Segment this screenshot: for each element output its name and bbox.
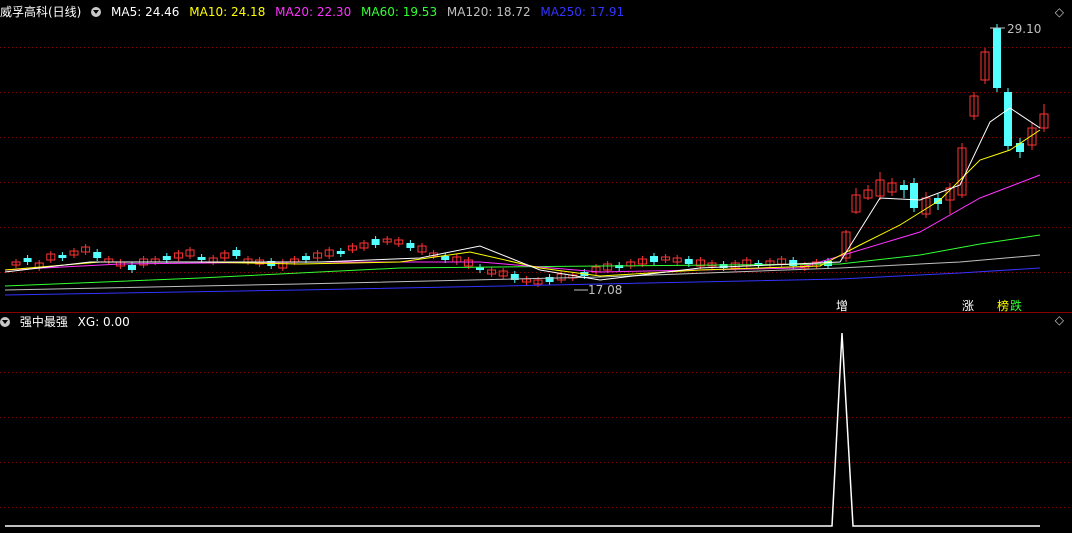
- candle-body-down: [23, 258, 32, 262]
- chevron-down-icon[interactable]: ◇: [1055, 313, 1064, 327]
- chevron-down-icon[interactable]: [0, 317, 10, 327]
- ma10-line: [4, 129, 1041, 277]
- panel-divider: [0, 312, 1072, 313]
- chevron-down-icon[interactable]: [91, 7, 102, 17]
- ma5-line: [4, 107, 1041, 281]
- candle-body-down: [1004, 92, 1012, 146]
- ma250-label: MA250: 17.91: [540, 5, 625, 19]
- candle-body-down: [197, 257, 206, 260]
- stock-title: 威孚高科(日线): [0, 5, 82, 19]
- xg-line: [5, 332, 1040, 527]
- candlestick-series: [11, 24, 1049, 287]
- low-price-label: 17.08: [588, 283, 622, 297]
- high-price-label: 29.10: [1007, 22, 1041, 36]
- signal-rise: 涨: [962, 299, 975, 313]
- candle-body-down: [93, 252, 102, 258]
- moving-average-lines: [4, 27, 1041, 296]
- candle-body-down: [441, 256, 450, 260]
- candle-body-down: [684, 259, 693, 264]
- indicator-value: XG: 0.00: [77, 315, 130, 329]
- chart-canvas: 29.10 17.08: [0, 22, 1072, 527]
- candle-body-down: [162, 256, 171, 260]
- signal-list: 榜: [997, 299, 1010, 313]
- ma120-label: MA120: 18.72: [446, 5, 531, 19]
- signal-increase: 增: [836, 299, 849, 313]
- grid-lines: [0, 47, 1072, 508]
- main-header: 威孚高科(日线) MA5: 24.46 MA10: 24.18 MA20: 22…: [0, 3, 630, 21]
- indicator-title: 强中最强: [19, 315, 68, 329]
- candle-body-down: [789, 260, 798, 266]
- chevron-up-icon[interactable]: ◇: [1055, 5, 1064, 19]
- candle-body-down: [128, 265, 136, 270]
- ma60-label: MA60: 19.53: [361, 5, 438, 19]
- candle-body-down: [406, 243, 415, 248]
- candle-body-down: [371, 239, 380, 245]
- candle-body-down: [993, 28, 1001, 88]
- candle-body-down: [650, 256, 658, 262]
- candle-body-down: [1016, 143, 1024, 152]
- candle-body-down: [232, 250, 241, 256]
- signal-fall: 跌: [1010, 299, 1023, 313]
- candle-body-down: [336, 251, 345, 254]
- candle-body-down: [302, 256, 310, 260]
- sub-header: 强中最强 XG: 0.00: [0, 313, 136, 331]
- ma5-label: MA5: 24.46: [111, 5, 180, 19]
- candle-body-down: [910, 183, 918, 208]
- ma10-label: MA10: 24.18: [189, 5, 266, 19]
- ma20-line: [4, 174, 1041, 273]
- indicator-series: [5, 332, 1040, 527]
- candle-body-down: [58, 255, 67, 258]
- candle-body-down: [900, 185, 908, 190]
- ma20-label: MA20: 22.30: [275, 5, 352, 19]
